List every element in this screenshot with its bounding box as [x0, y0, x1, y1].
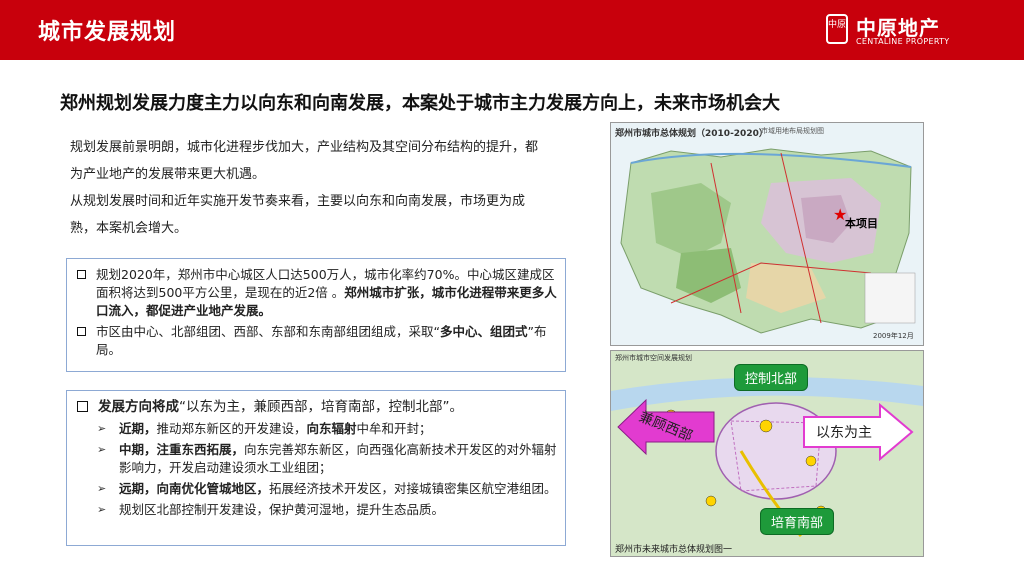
map-title: 郑州市城市总体规划（2010-2020）: [615, 129, 768, 139]
map-date: 2009年12月: [873, 332, 914, 340]
company-logo: 中原 中原地产 CENTALINE PROPERTY: [826, 12, 966, 50]
west-arrow: 兼顾西部: [616, 398, 716, 460]
list-item: ➢ 远期，向南优化管城地区，拓展经济技术开发区，对接城镇密集区航空港组团。: [97, 481, 557, 496]
intro-paragraph-2: 从规划发展时间和近年实施开发节奏来看，主要以向东和向南发展，市场更为成熟，本案机…: [70, 194, 526, 236]
planning-facts-box: 规划2020年，郑州市中心城区人口达500万人，城市化率约70%。中心城区建成区…: [66, 258, 566, 372]
project-label: 本项目: [845, 217, 878, 230]
header-bar: 城市发展规划 中原 中原地产 CENTALINE PROPERTY: [0, 0, 1024, 60]
city-master-plan-map: 郑州市城市总体规划（2010-2020） 市域用地布局规划图 ★ 本项目 200…: [610, 122, 924, 346]
logo-mark-icon: 中原: [826, 14, 848, 44]
east-arrow: 以东为主: [802, 402, 914, 465]
intro-text: 规划发展前景明朗，城市化进程步伐加大，产业结构及其空间分布结构的提升，都为产业地…: [70, 134, 550, 242]
list-item: 发展方向将成“以东为主，兼顾西部，培育南部，控制北部”。: [75, 397, 557, 417]
logo-text-en: CENTALINE PROPERTY: [856, 37, 950, 46]
east-arrow-label: 以东为主: [816, 425, 872, 441]
master-plan-map-graphic: [620, 148, 916, 334]
list-item: ➢ 近期，推动郑东新区的开发建设，向东辐射中牟和开封；: [97, 421, 432, 436]
list-item: ➢ 中期，注重东西拓展，向东完善郑东新区，向西强化高新技术开发区的对外辐射影响力…: [97, 442, 557, 475]
page-title: 城市发展规划: [38, 20, 177, 45]
square-bullet-icon: [77, 270, 86, 279]
list-item: 市区由中心、北部组团、西部、东部和东南部组团组成，采取“多中心、组团式”布局。: [75, 323, 557, 359]
map-legend-title: 市域用地布局规划图: [761, 127, 824, 135]
list-item: ➢ 规划区北部控制开发建设，保护黄河湿地，提升生态品质。: [97, 502, 445, 517]
square-bullet-icon: [77, 401, 88, 412]
cultivate-south-label: 培育南部: [760, 508, 835, 535]
arrow-bullet-icon: ➢: [97, 503, 107, 516]
list-item: 规划2020年，郑州市中心城区人口达500万人，城市化率约70%。中心城区建成区…: [75, 266, 557, 320]
arrow-bullet-icon: ➢: [97, 443, 107, 456]
arrow-bullet-icon: ➢: [97, 482, 107, 495]
map-header: 郑州市城市空间发展规划: [615, 354, 692, 362]
square-bullet-icon: [77, 327, 86, 336]
map-caption: 郑州市未来城市总体规划图一: [615, 545, 733, 555]
intro-paragraph-1: 规划发展前景明朗，城市化进程步伐加大，产业结构及其空间分布结构的提升，都为产业地…: [70, 140, 539, 182]
headline: 郑州规划发展力度主力以向东和向南发展，本案处于城市主力发展方向上，未来市场机会大: [60, 93, 780, 114]
arrow-bullet-icon: ➢: [97, 422, 107, 435]
development-direction-box: 发展方向将成“以东为主，兼顾西部，培育南部，控制北部”。 ➢ 近期，推动郑东新区…: [66, 390, 566, 546]
control-north-label: 控制北部: [734, 364, 809, 391]
